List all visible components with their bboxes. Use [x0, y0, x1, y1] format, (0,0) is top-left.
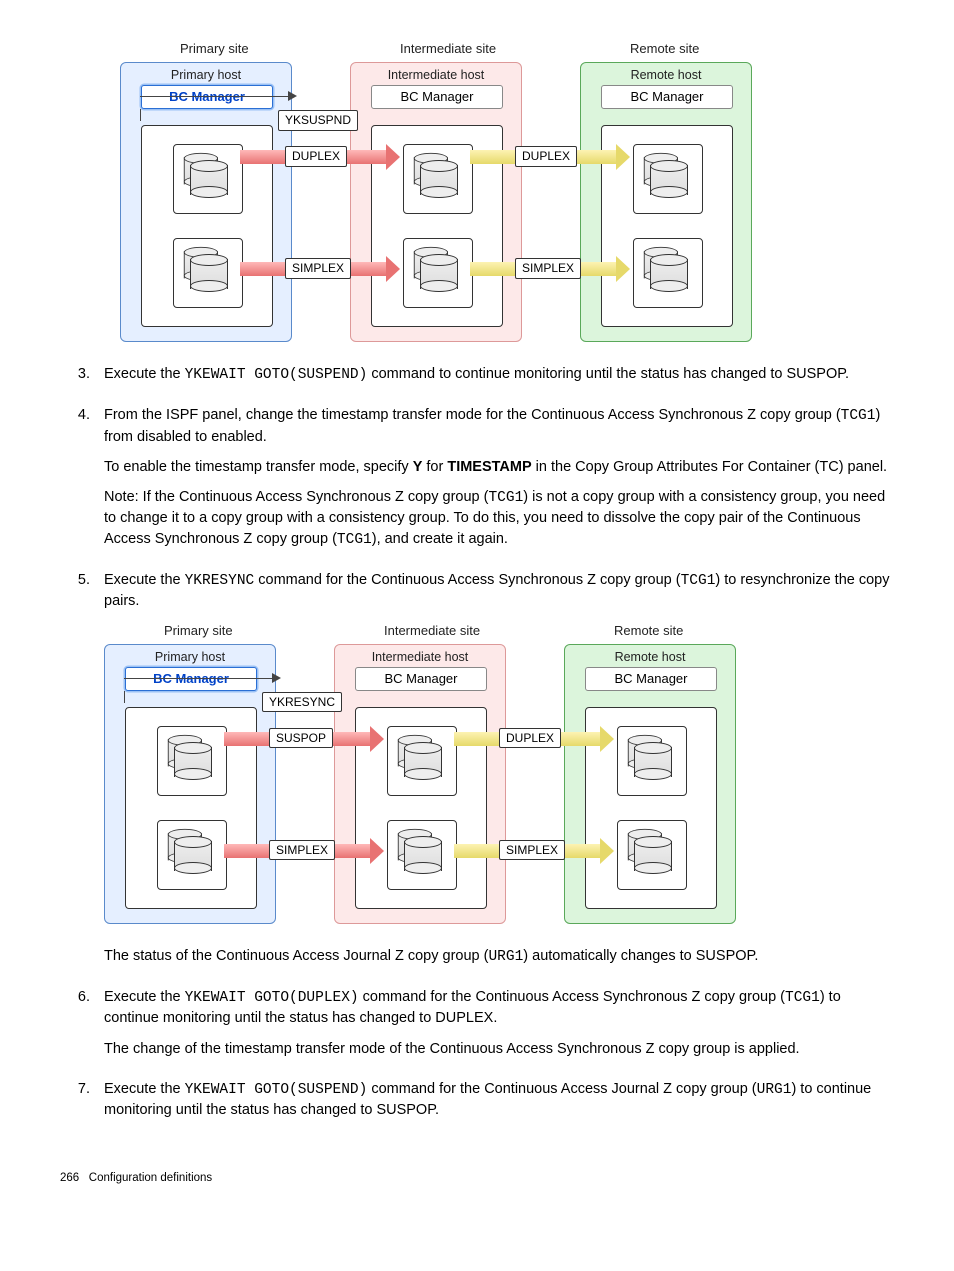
primary-volume-1	[173, 144, 243, 214]
primary-volume-2	[173, 238, 243, 308]
footer-title: Configuration definitions	[89, 1172, 212, 1184]
site-label-intermediate: Intermediate site	[400, 40, 496, 58]
state-p-i-bot: SIMPLEX	[285, 258, 351, 279]
remote-volume-1	[633, 144, 703, 214]
page-number: 266	[60, 1172, 79, 1184]
step-4: 4. From the ISPF panel, change the times…	[60, 405, 894, 560]
cmd-ykewait-suspend: YKEWAIT GOTO(SUSPEND)	[185, 367, 368, 383]
primary-site-box: Primary host BC Manager	[120, 62, 292, 342]
step-number: 6.	[60, 987, 104, 1069]
step-number: 4.	[60, 405, 104, 560]
intermediate-site-box: Intermediate host BC Manager	[350, 62, 522, 342]
step-number: 3.	[60, 364, 104, 395]
site-label-remote: Remote site	[630, 40, 699, 58]
intermediate-volume-2	[403, 238, 473, 308]
cmd-ykewait-duplex: YKEWAIT GOTO(DUPLEX)	[185, 990, 359, 1006]
step-number: 7.	[60, 1079, 104, 1131]
state-p-i-top: DUPLEX	[285, 146, 347, 167]
step-5: 5. Execute the YKRESYNC command for the …	[60, 570, 894, 977]
remote-host-label: Remote host	[581, 67, 751, 85]
bc-manager-remote: BC Manager	[601, 85, 733, 109]
site-label-primary: Primary site	[180, 40, 249, 58]
step-7: 7. Execute the YKEWAIT GOTO(SUSPEND) com…	[60, 1079, 894, 1131]
step-6: 6. Execute the YKEWAIT GOTO(DUPLEX) comm…	[60, 987, 894, 1069]
step-3: 3. Execute the YKEWAIT GOTO(SUSPEND) com…	[60, 364, 894, 395]
remote-site-box: Remote host BC Manager	[580, 62, 752, 342]
bc-manager-intermediate: BC Manager	[371, 85, 503, 109]
cmd-ykewait-suspend-2: YKEWAIT GOTO(SUSPEND)	[185, 1082, 368, 1098]
intermediate-host-label: Intermediate host	[351, 67, 521, 85]
step-number: 5.	[60, 570, 104, 977]
diagram-ykresync: Primary site Intermediate site Remote si…	[104, 622, 894, 932]
cmd-ykresync: YKRESYNC	[185, 573, 255, 589]
diagram-yksuspnd: Primary site Intermediate site Remote si…	[120, 40, 894, 350]
intermediate-volume-1	[403, 144, 473, 214]
step-list: 3. Execute the YKEWAIT GOTO(SUSPEND) com…	[60, 364, 894, 1130]
state-i-r-top: DUPLEX	[515, 146, 577, 167]
bc-manager-primary: BC Manager	[141, 85, 273, 109]
command-label: YKSUSPND	[278, 110, 358, 131]
state-i-r-bot: SIMPLEX	[515, 258, 581, 279]
primary-host-label: Primary host	[121, 67, 291, 85]
page-footer: 266 Configuration definitions	[60, 1170, 894, 1186]
remote-volume-2	[633, 238, 703, 308]
